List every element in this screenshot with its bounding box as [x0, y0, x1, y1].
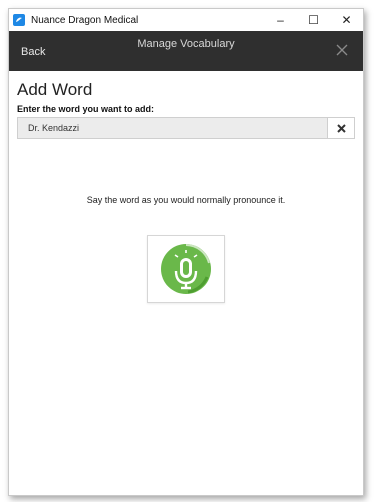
- maximize-button[interactable]: ☐: [297, 9, 330, 31]
- window-title: Nuance Dragon Medical: [31, 14, 139, 26]
- clear-x-icon[interactable]: [327, 118, 354, 138]
- dragon-window: Nuance Dragon Medical – ☐ ✕ Back Manage …: [8, 8, 364, 496]
- page-title: Manage Vocabulary: [137, 38, 235, 50]
- dragon-app-icon: [13, 14, 25, 26]
- pronounce-instruction: Say the word as you would normally prono…: [86, 195, 286, 205]
- navbar: Back Manage Vocabulary: [9, 31, 363, 71]
- add-word-heading: Add Word: [17, 80, 93, 99]
- window-titlebar: Nuance Dragon Medical – ☐ ✕: [9, 9, 363, 31]
- microphone-icon: [161, 244, 211, 294]
- close-icon[interactable]: [335, 43, 349, 57]
- minimize-button[interactable]: –: [264, 9, 297, 31]
- word-field-label: Enter the word you want to add:: [17, 104, 154, 114]
- main-content: Add Word Enter the word you want to add:…: [9, 80, 363, 303]
- word-input-row: [17, 117, 355, 139]
- record-button[interactable]: [147, 235, 225, 303]
- word-input[interactable]: [18, 118, 327, 138]
- window-close-button[interactable]: ✕: [330, 9, 363, 31]
